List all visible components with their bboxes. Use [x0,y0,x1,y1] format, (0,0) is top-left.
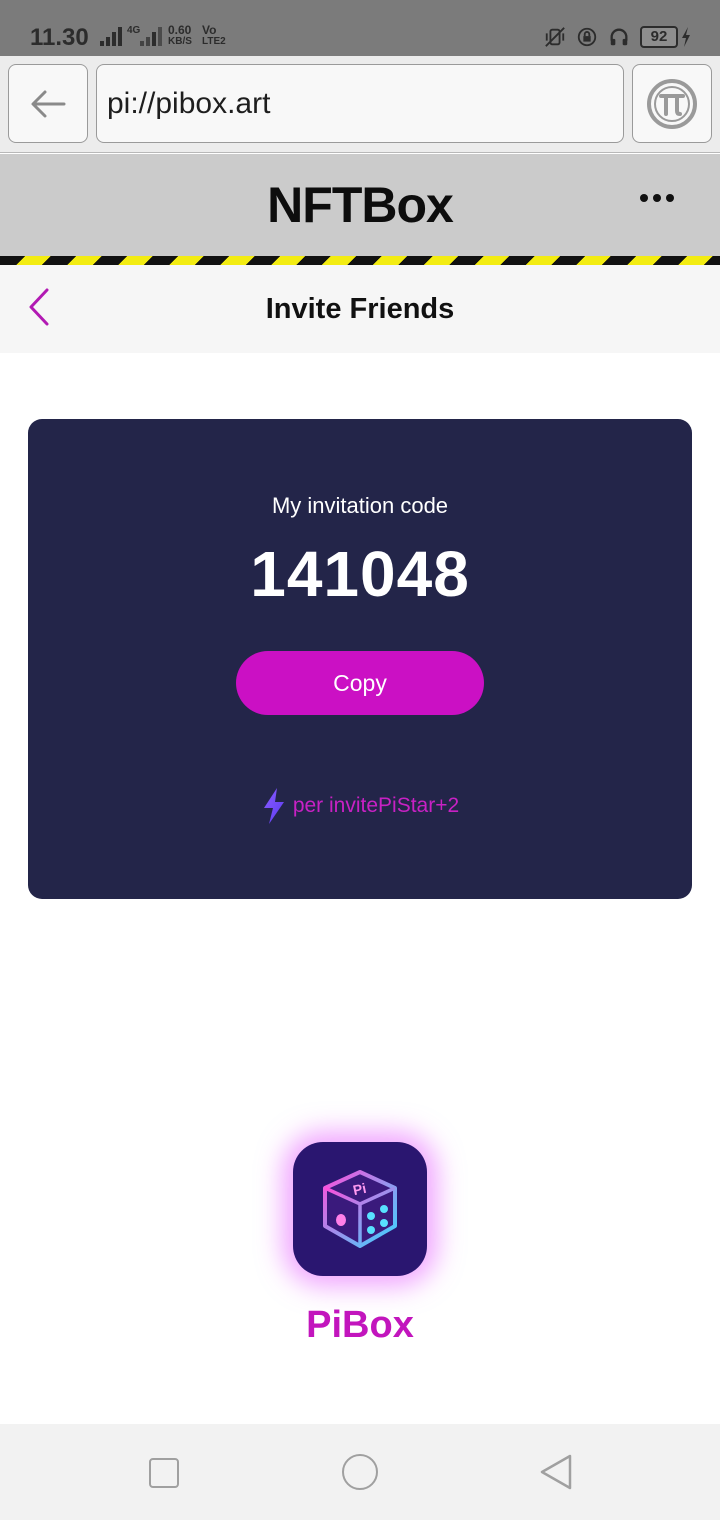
pi-browser-button[interactable] [632,64,712,143]
volte-indicator: Vo LTE2 [202,23,226,47]
page-header: Invite Friends [0,265,720,353]
status-bar: 11.30 4G 0.60 KB/S Vo LTE2 92 [0,0,720,56]
invitation-label: My invitation code [271,493,449,518]
hazard-stripe-divider [0,256,720,265]
nav-back-icon[interactable] [538,1452,574,1492]
system-nav-bar [0,1424,720,1520]
app-title: NFTBox [267,177,454,233]
status-right-icons: 92 [544,26,692,48]
browser-bar: pi://pibox.art [0,56,720,153]
network-gen: 4G [127,25,141,36]
copy-button[interactable]: Copy [236,651,484,715]
pibox-logo: Pi [293,1142,427,1276]
speed-unit: KB/S [168,36,192,47]
app-header: NFTBox [0,154,720,256]
page-title: Invite Friends [265,293,455,325]
nav-home-icon[interactable] [342,1454,378,1490]
status-time: 11.30 [30,24,89,51]
reward-text: per invitePiStar+2 [292,794,460,817]
pi-network-icon [647,78,697,129]
browser-back-button[interactable] [8,64,88,143]
nav-recents-icon[interactable] [149,1458,179,1488]
more-dots-icon [653,194,661,202]
more-dots-icon [640,194,648,202]
volte-bottom: LTE2 [202,36,226,47]
more-dots-icon [666,194,674,202]
dice-logo-icon: Pi [323,1170,397,1248]
signal-strength-2-icon [140,26,162,46]
network-speed: 0.60 KB/S [168,23,192,47]
battery-level: 92 [640,26,678,48]
rotation-lock-icon [577,27,597,47]
speed-value: 0.60 [168,23,192,37]
brand-name: PiBox [306,1304,414,1346]
more-options-button[interactable] [640,194,674,202]
url-field[interactable]: pi://pibox.art [96,64,624,143]
headphones-icon [610,28,628,46]
lightning-icon [263,788,284,824]
url-text: pi://pibox.art [107,86,271,120]
volte-top: Vo [202,23,217,37]
charging-icon [682,27,690,47]
back-arrow-icon [31,90,66,117]
vibrate-icon [545,27,565,47]
reward-info: per invitePiStar+2 [28,787,692,825]
signal-strength-icon [100,26,122,46]
invitation-code: 141048 [250,538,470,610]
invitation-card: My invitation code 141048 Copy per invit… [28,419,692,899]
